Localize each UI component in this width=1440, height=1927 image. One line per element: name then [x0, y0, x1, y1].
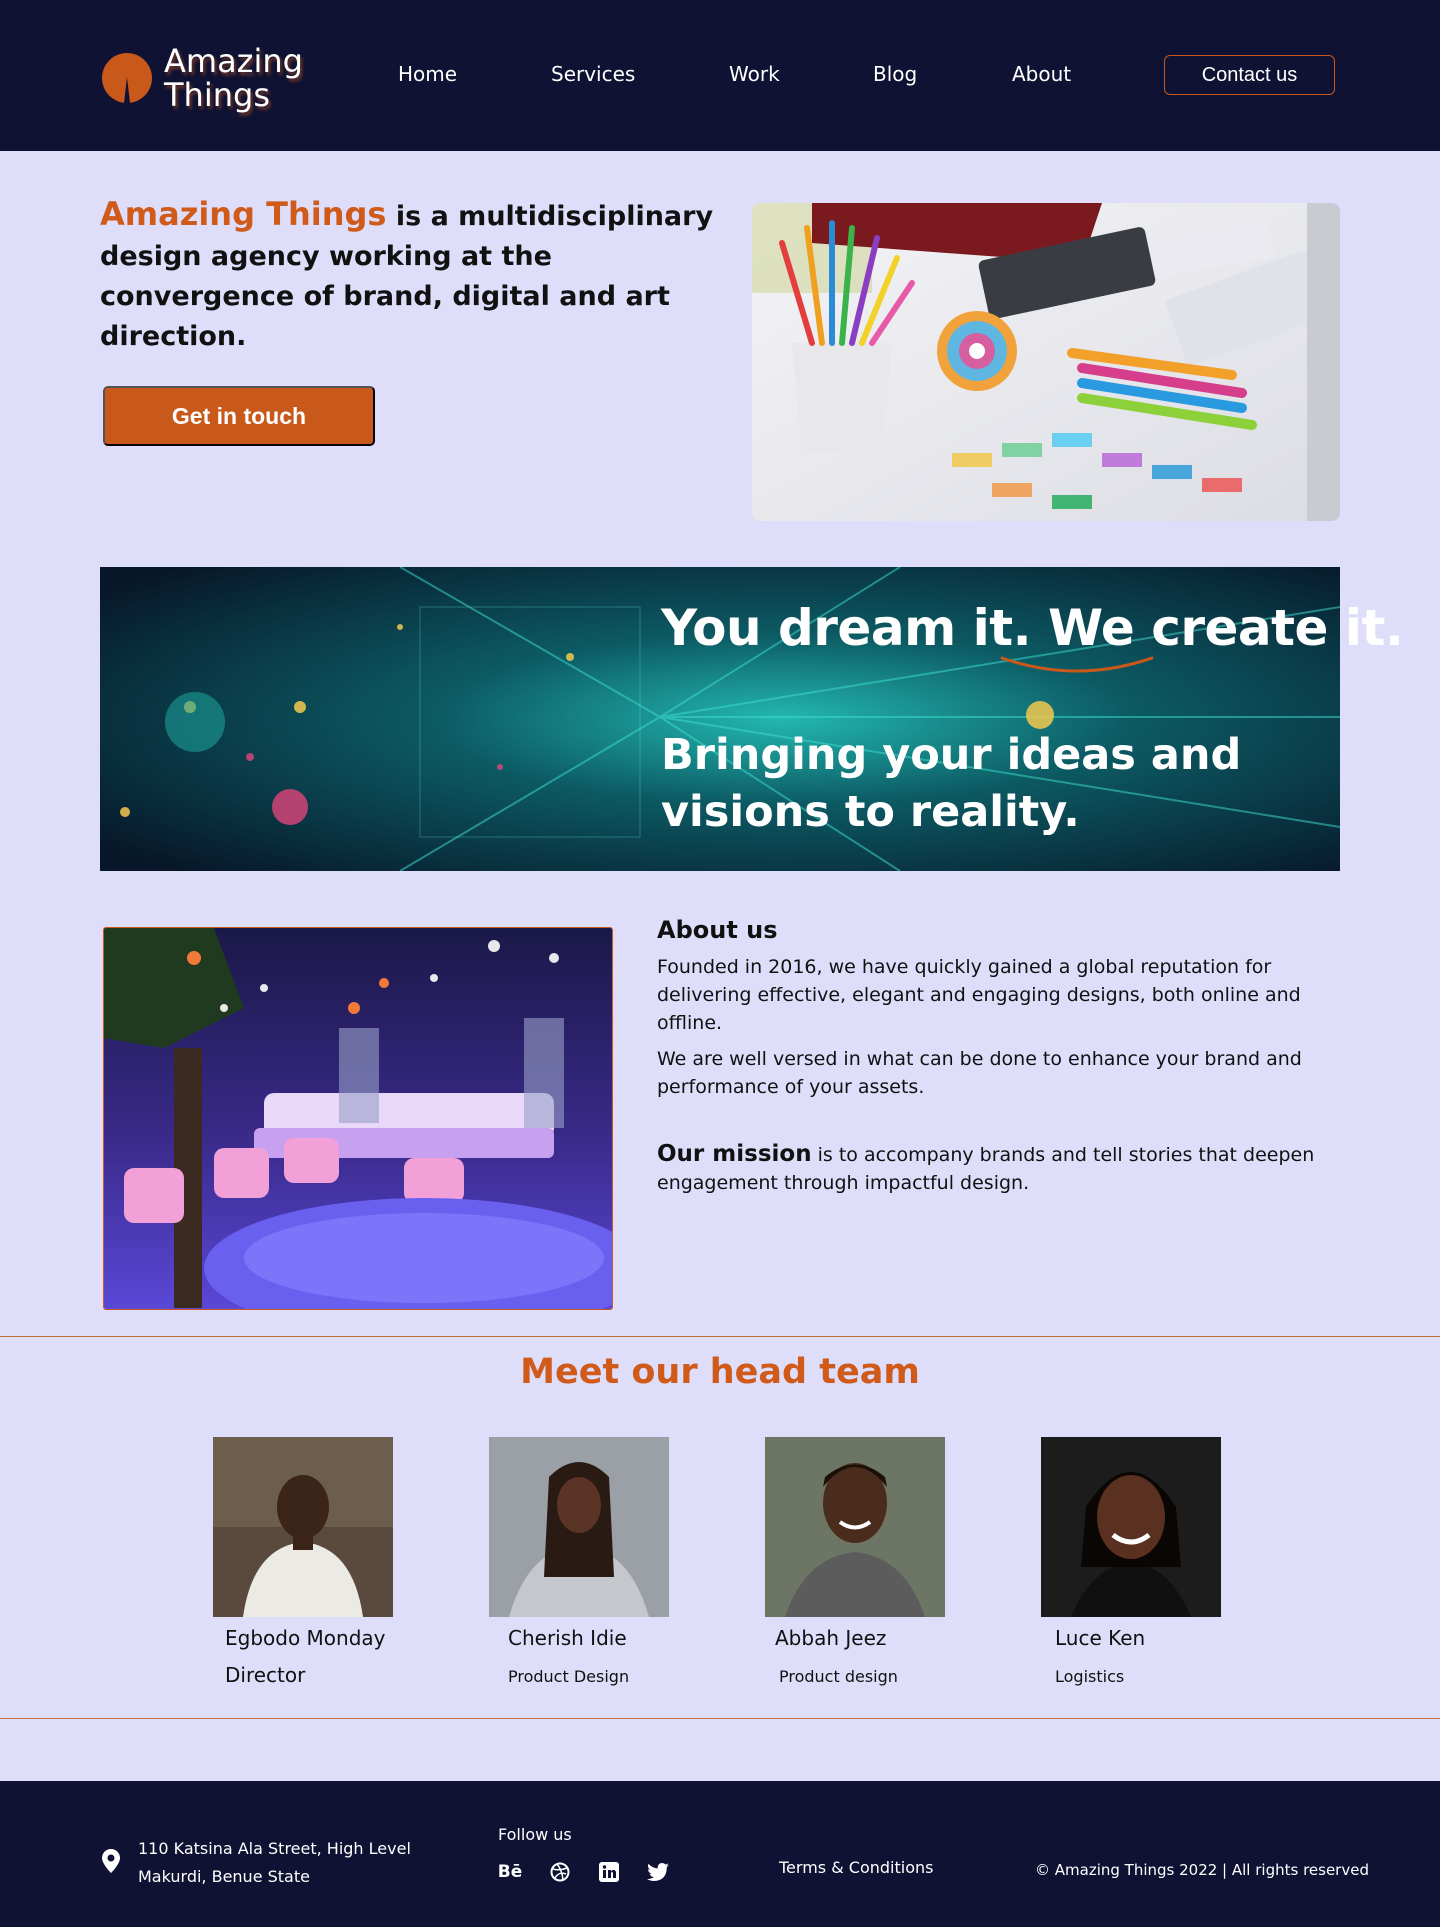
linkedin-icon[interactable]	[597, 1861, 621, 1883]
mission-statement: Our mission is to accompany brands and t…	[657, 1140, 1317, 1197]
hero-image-design-desk	[752, 203, 1340, 521]
member-name-luce: Luce Ken	[1055, 1626, 1146, 1650]
about-image-lounge	[103, 927, 613, 1310]
member-photo-luce	[1041, 1437, 1221, 1617]
member-photo-egbodo	[213, 1437, 393, 1617]
site-header: Amazing Things Home Services Work Blog A…	[0, 0, 1440, 151]
logo[interactable]: Amazing Things	[102, 44, 303, 112]
logo-icon	[102, 53, 152, 103]
about-paragraph-1: Founded in 2016, we have quickly gained …	[657, 956, 1301, 1034]
team-heading: Meet our head team	[520, 1352, 920, 1392]
banner-subheadline: Bringing your ideas and visions to reali…	[661, 730, 1242, 837]
logo-line-1: Amazing	[164, 42, 303, 80]
underline-swoosh	[1000, 656, 1154, 673]
about-paragraph-2: We are well versed in what can be done t…	[657, 1048, 1302, 1098]
member-role-abbah: Product design	[779, 1667, 898, 1686]
member-role-cherish: Product Design	[508, 1667, 630, 1686]
twitter-icon[interactable]	[646, 1861, 670, 1883]
nav-blog[interactable]: Blog	[873, 62, 917, 86]
copyright-text: © Amazing Things 2022 | All rights reser…	[1035, 1861, 1369, 1879]
member-name-cherish: Cherish Idie	[508, 1626, 627, 1650]
team-bottom-divider	[0, 1718, 1440, 1719]
location-pin-icon	[102, 1849, 120, 1873]
logo-text: Amazing Things	[164, 44, 303, 112]
hero-brand: Amazing Things	[100, 195, 387, 233]
get-in-touch-button[interactable]: Get in touch	[103, 386, 375, 446]
member-role-luce: Logistics	[1055, 1667, 1125, 1686]
address: 110 Katsina Ala Street, High Level Makur…	[138, 1835, 411, 1891]
follow-us-label: Follow us	[498, 1825, 572, 1844]
nav-work[interactable]: Work	[729, 62, 780, 86]
member-name-abbah: Abbah Jeez	[775, 1626, 887, 1650]
banner-headline: You dream it. We create it.	[661, 599, 1404, 657]
nav-home[interactable]: Home	[398, 62, 457, 86]
nav-about[interactable]: About	[1012, 62, 1071, 86]
nav-services[interactable]: Services	[551, 62, 635, 86]
logo-line-2: Things	[164, 76, 270, 114]
member-photo-abbah	[765, 1437, 945, 1617]
hero-heading: Amazing Things is a multidisciplinary de…	[100, 194, 720, 357]
member-name-egbodo: Egbodo Monday	[225, 1626, 386, 1650]
site-footer: 110 Katsina Ala Street, High Level Makur…	[0, 1781, 1440, 1927]
dribbble-icon[interactable]	[548, 1861, 572, 1883]
contact-us-button[interactable]: Contact us	[1164, 55, 1335, 95]
behance-icon[interactable]: Bē	[498, 1861, 523, 1883]
mission-label: Our mission	[657, 1141, 812, 1167]
member-role-egbodo: Director	[225, 1663, 306, 1687]
team-top-divider	[0, 1336, 1440, 1337]
about-heading: About us	[657, 916, 778, 944]
member-photo-cherish	[489, 1437, 669, 1617]
terms-and-conditions-link[interactable]: Terms & Conditions	[779, 1858, 933, 1877]
address-line-2: Makurdi, Benue State	[138, 1867, 310, 1886]
address-line-1: 110 Katsina Ala Street, High Level	[138, 1839, 411, 1858]
